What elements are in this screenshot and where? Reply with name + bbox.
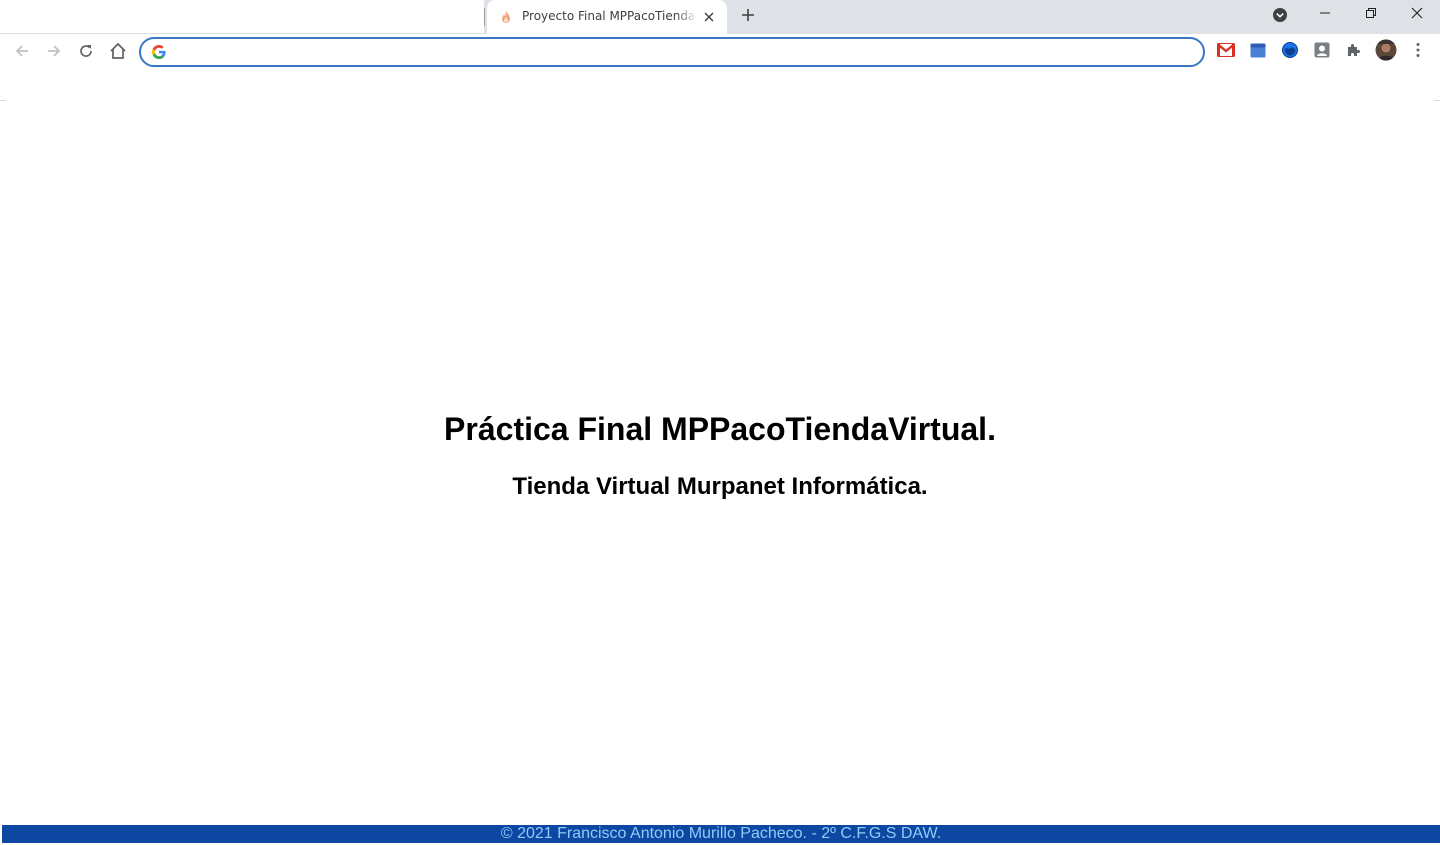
gmail-extension-button[interactable]	[1214, 40, 1238, 64]
new-tab-button[interactable]	[737, 6, 759, 28]
calendar-extension-button[interactable]	[1246, 40, 1270, 64]
more-menu-button[interactable]	[1406, 40, 1430, 64]
extensions-puzzle-icon	[1346, 42, 1362, 63]
more-menu-icon	[1416, 42, 1420, 63]
calendar-icon	[1250, 42, 1266, 63]
globe-extension-button[interactable]	[1278, 40, 1302, 64]
reload-icon	[78, 43, 94, 64]
footer-copyright: © 2021 Francisco Antonio Murillo Pacheco…	[500, 825, 942, 842]
back-arrow-icon	[14, 43, 30, 64]
page-footer: © 2021 Francisco Antonio Murillo Pacheco…	[2, 825, 1440, 843]
tab-search-icon	[1272, 7, 1288, 28]
home-button[interactable]	[104, 39, 132, 67]
browser-window: Proyecto Final MPPacoTiendaVirtual	[0, 0, 1440, 845]
contact-card-icon	[1314, 42, 1330, 63]
minimize-icon	[1319, 6, 1331, 24]
plus-icon	[741, 8, 755, 27]
address-input[interactable]	[175, 42, 1189, 64]
tab-search-button[interactable]	[1270, 7, 1290, 27]
tab-strip: Proyecto Final MPPacoTiendaVirtual	[0, 0, 1440, 34]
tab-title: Proyecto Final MPPacoTiendaVirtual	[522, 9, 697, 23]
browser-toolbar	[0, 34, 1440, 72]
restore-icon	[1365, 6, 1377, 24]
forward-arrow-icon	[46, 43, 62, 64]
back-button[interactable]	[8, 39, 36, 67]
gmail-icon	[1217, 42, 1235, 62]
window-close-button[interactable]	[1394, 0, 1440, 30]
close-icon	[1411, 6, 1423, 24]
web-page: Práctica Final MPPacoTiendaVirtual. Tien…	[0, 101, 1440, 845]
page-subtitle: Tienda Virtual Murpanet Informática.	[512, 473, 928, 500]
reload-button[interactable]	[72, 39, 100, 67]
active-tab[interactable]: Proyecto Final MPPacoTiendaVirtual	[487, 0, 727, 34]
profile-button[interactable]	[1374, 39, 1398, 66]
flame-favicon-icon	[499, 10, 513, 24]
tab-divider	[484, 8, 485, 26]
tab-strip-blank-area	[0, 0, 484, 34]
tab-close-icon[interactable]	[701, 9, 717, 25]
minimize-button[interactable]	[1302, 0, 1348, 30]
forward-button[interactable]	[40, 39, 68, 67]
restore-button[interactable]	[1348, 0, 1394, 30]
contact-card-extension-button[interactable]	[1310, 40, 1334, 64]
address-bar[interactable]	[139, 37, 1205, 67]
globe-extension-icon	[1282, 41, 1298, 63]
google-g-icon	[151, 44, 167, 60]
profile-avatar	[1375, 39, 1397, 66]
extensions-button[interactable]	[1342, 40, 1366, 64]
page-title: Práctica Final MPPacoTiendaVirtual.	[444, 411, 996, 447]
home-icon	[109, 42, 127, 65]
